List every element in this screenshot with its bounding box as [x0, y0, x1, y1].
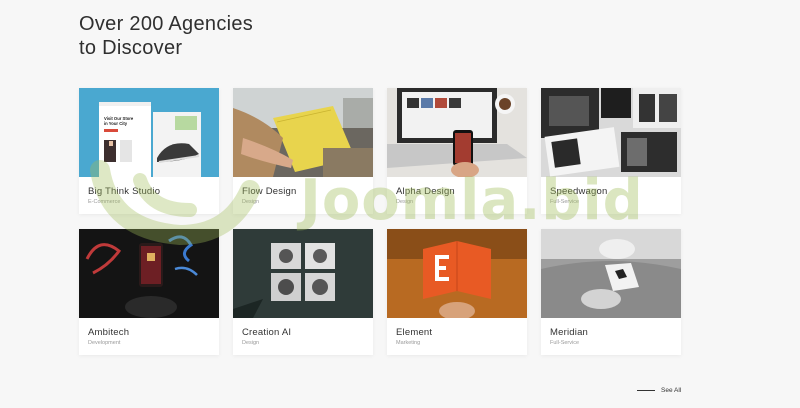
agency-name: Ambitech [88, 327, 130, 338]
agency-thumbnail [387, 229, 527, 318]
see-all-link[interactable]: See All [637, 387, 681, 394]
ecommerce-mockup-image: Visit Our Store in Your City [79, 88, 219, 177]
agency-thumbnail: Visit Our Store in Your City [79, 88, 219, 177]
grey-couch-image [541, 229, 681, 318]
agency-thumbnail [541, 229, 681, 318]
agency-card-element[interactable]: Element Marketing [387, 229, 527, 355]
see-all-label: See All [661, 387, 682, 394]
agency-card-ambitech[interactable]: Ambitech Development [79, 229, 219, 355]
agency-category: Full-Service [550, 199, 580, 205]
agency-thumbnail [541, 88, 681, 177]
yellow-notebook-image [233, 88, 373, 177]
agency-card-big-think-studio[interactable]: Visit Our Store in Your City Big Think S… [79, 88, 219, 214]
agency-card-flow-design[interactable]: Flow Design Design [233, 88, 373, 214]
neon-phone-image [79, 229, 219, 318]
orange-book-image [387, 229, 527, 318]
agency-category: E-Commerce [88, 199, 121, 205]
agency-card-meridian[interactable]: Meridian Full-Service [541, 229, 681, 355]
agency-card-creation-ai[interactable]: Creation AI Design [233, 229, 373, 355]
agency-category: Full-Service [550, 340, 580, 346]
agency-name: Flow Design [242, 186, 297, 197]
agency-category: Design [242, 199, 260, 205]
agency-grid: Visit Our Store in Your City Big Think S… [79, 88, 681, 355]
agency-name: Meridian [550, 327, 589, 338]
agency-name: Creation AI [242, 327, 292, 338]
agency-name: Big Think Studio [88, 186, 161, 197]
agency-card-alpha-design[interactable]: Alpha Design Design [387, 88, 527, 214]
page-title-line-2: to Discover [79, 37, 183, 59]
agency-thumbnail [79, 229, 219, 318]
agency-thumbnail [233, 229, 373, 318]
page-title-line-1: Over 200 Agencies [79, 13, 254, 35]
agency-card-speedwagon[interactable]: Speedwagon Full-Service [541, 88, 681, 214]
faces-posters-image [233, 229, 373, 318]
page-title: Over 200 Agencies to Discover [79, 12, 253, 60]
svg-text:in Your City: in Your City [104, 121, 128, 126]
print-magazine-image [541, 88, 681, 177]
agency-category: Marketing [396, 340, 421, 346]
agency-name: Element [396, 327, 433, 338]
see-all-line [637, 390, 655, 391]
agency-thumbnail [233, 88, 373, 177]
agency-thumbnail [387, 88, 527, 177]
agency-name: Alpha Design [396, 186, 455, 197]
agency-name: Speedwagon [550, 186, 608, 197]
laptop-phone-image [387, 88, 527, 177]
agency-category: Design [242, 340, 260, 346]
agency-category: Design [396, 199, 414, 205]
agency-category: Development [88, 340, 121, 346]
